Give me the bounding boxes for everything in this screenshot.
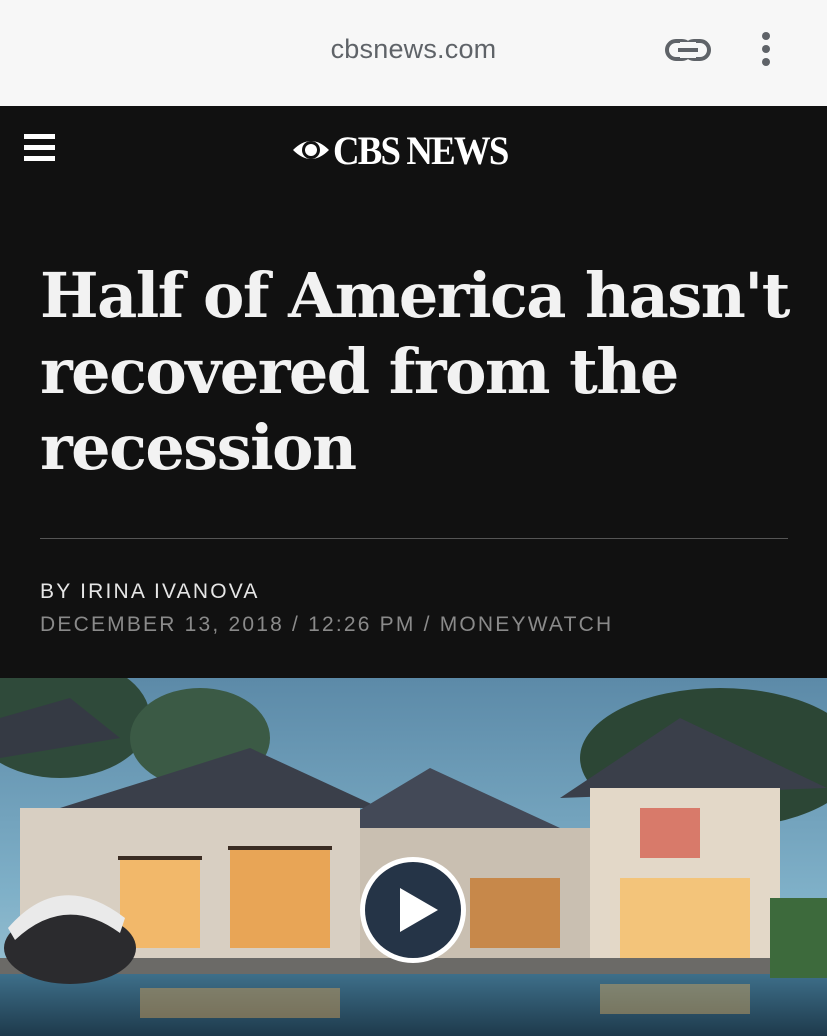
- logo-text: CBS NEWS: [333, 127, 509, 173]
- divider: [40, 538, 788, 539]
- article-dateline: DECEMBER 13, 2018 / 12:26 PM / MONEYWATC…: [40, 613, 614, 636]
- hamburger-menu-icon[interactable]: [24, 134, 56, 166]
- article-headline: Half of America hasn't recovered from th…: [40, 259, 790, 484]
- author-byline[interactable]: BY IRINA IVANOVA: [40, 580, 260, 604]
- more-vert-icon[interactable]: [754, 30, 778, 70]
- play-icon[interactable]: [358, 855, 468, 965]
- cbs-eye-icon: [293, 141, 329, 159]
- link-icon[interactable]: [665, 35, 711, 65]
- cbs-news-logo[interactable]: CBS NEWS: [292, 127, 523, 173]
- browser-toolbar: cbsnews.com: [0, 0, 827, 106]
